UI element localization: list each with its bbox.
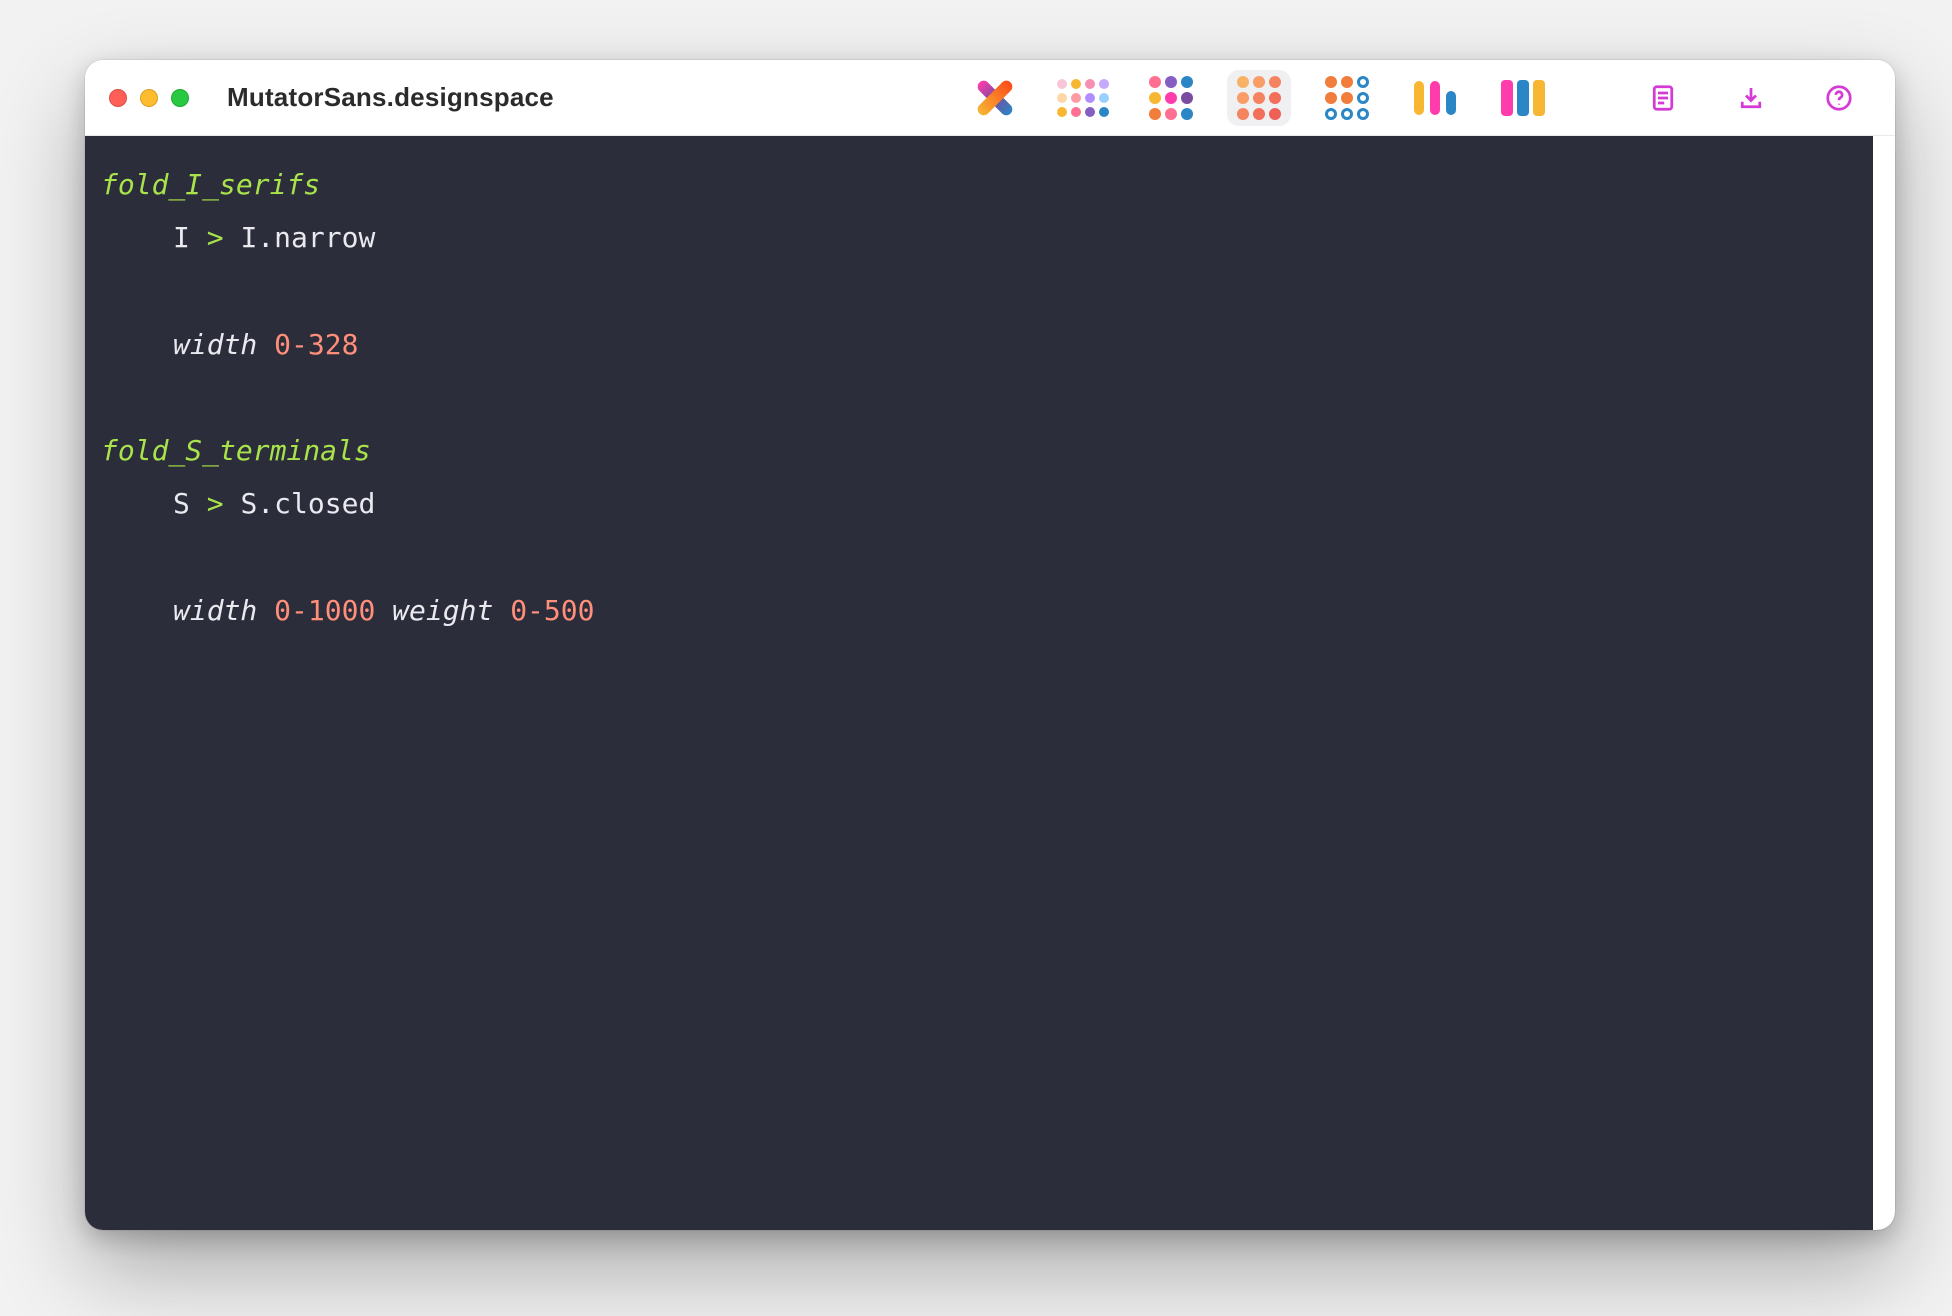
arrow-icon: > — [207, 221, 224, 254]
toolbar-panels[interactable] — [1491, 70, 1555, 126]
axis-range: 0-500 — [510, 594, 594, 627]
scrollbar[interactable] — [1873, 136, 1895, 1230]
grid-icon — [1149, 76, 1193, 120]
toolbar-download[interactable] — [1719, 70, 1783, 126]
toolbar-grid-hollow[interactable] — [1315, 70, 1379, 126]
axis-range: 0-1000 — [274, 594, 375, 627]
toolbar-document[interactable] — [1631, 70, 1695, 126]
axis-name: weight — [392, 594, 493, 627]
x-icon — [977, 80, 1013, 116]
titlebar: MutatorSans.designspace — [85, 60, 1895, 136]
minimize-icon[interactable] — [140, 89, 158, 107]
rule-name: fold_S_terminals — [95, 424, 1895, 477]
substitution-line: S > S.closed — [95, 477, 1895, 530]
grid-hollow-icon — [1325, 76, 1369, 120]
glyph-from: S — [173, 487, 190, 520]
bars-icon — [1414, 81, 1456, 115]
glyph-to: S.closed — [240, 487, 375, 520]
editor[interactable]: fold_I_serifs I > I.narrow width 0-328 f… — [85, 136, 1895, 1230]
toolbar-bars[interactable] — [1403, 70, 1467, 126]
arrow-icon: > — [207, 487, 224, 520]
toolbar-help[interactable] — [1807, 70, 1871, 126]
axis-name: width — [173, 594, 257, 627]
app-window: MutatorSans.designspace — [85, 60, 1895, 1230]
document-icon — [1648, 83, 1678, 113]
toolbar-grid-color[interactable] — [1139, 70, 1203, 126]
zoom-icon[interactable] — [171, 89, 189, 107]
glyph-to: I.narrow — [240, 221, 375, 254]
condition-line: width 0-1000 weight 0-500 — [95, 584, 1895, 637]
toolbar-grid-orange[interactable] — [1227, 70, 1291, 126]
axis-range: 0-328 — [274, 328, 358, 361]
glyph-from: I — [173, 221, 190, 254]
download-icon — [1736, 83, 1766, 113]
toolbar — [963, 70, 1871, 126]
axis-name: width — [173, 328, 257, 361]
toolbar-grid-pastel[interactable] — [1051, 70, 1115, 126]
rule-name: fold_I_serifs — [95, 158, 1895, 211]
window-title: MutatorSans.designspace — [227, 82, 554, 113]
window-controls — [109, 89, 189, 107]
condition-line: width 0-328 — [95, 318, 1895, 371]
panels-icon — [1501, 80, 1545, 116]
substitution-line: I > I.narrow — [95, 211, 1895, 264]
close-icon[interactable] — [109, 89, 127, 107]
grid-icon — [1057, 79, 1109, 117]
grid-icon — [1237, 76, 1281, 120]
help-icon — [1824, 83, 1854, 113]
toolbar-logo-x[interactable] — [963, 70, 1027, 126]
